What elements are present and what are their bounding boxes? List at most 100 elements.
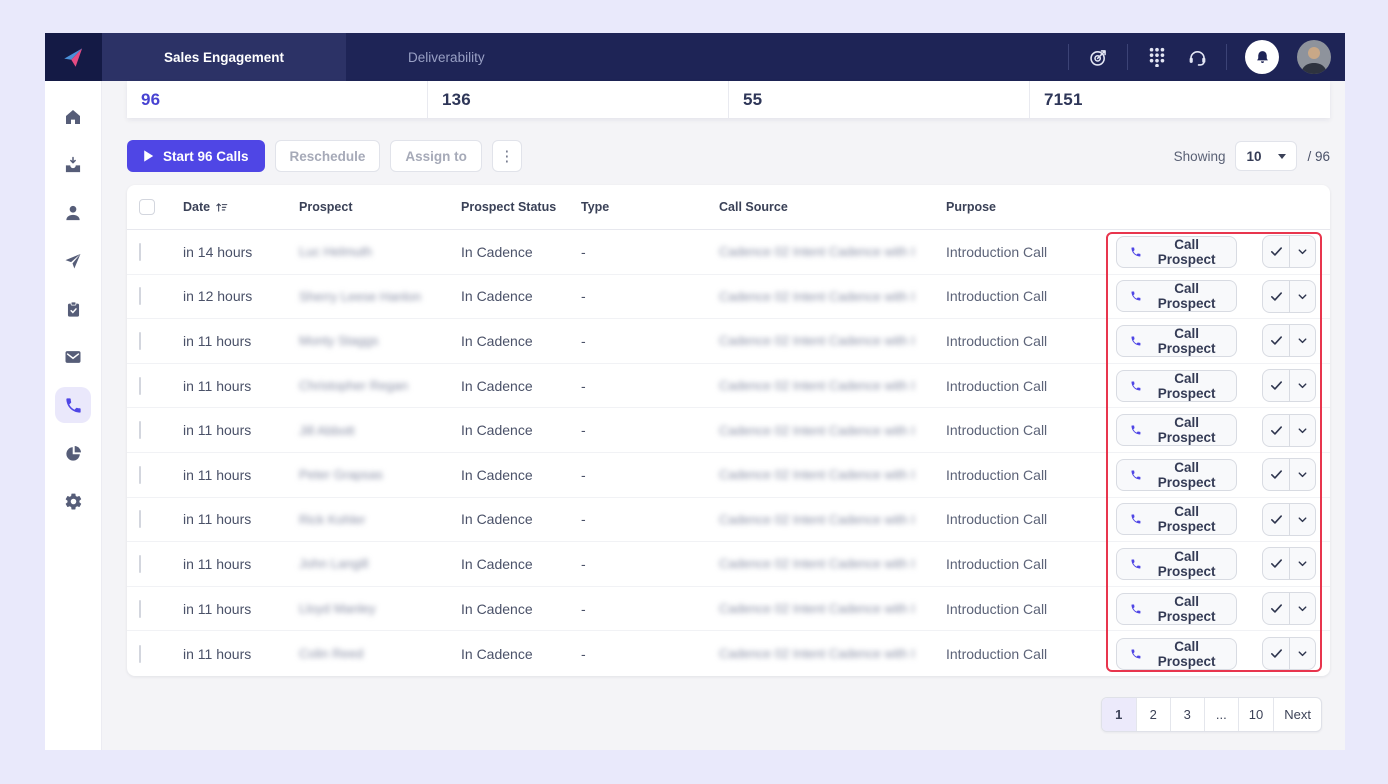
mark-done-button[interactable] (1263, 415, 1289, 446)
mark-done-button[interactable] (1263, 638, 1289, 669)
cell-prospect-name[interactable]: Christopher Regan (299, 378, 461, 393)
phone-icon (1130, 423, 1142, 437)
sidebar-item-cadences[interactable] (55, 243, 91, 279)
cell-prospect-name[interactable]: Lloyd Manley (299, 601, 461, 616)
user-avatar[interactable] (1297, 40, 1331, 74)
pagination-page-button[interactable]: 1 (1102, 698, 1136, 731)
page-size-dropdown[interactable]: 10 (1235, 141, 1297, 171)
pagination-page-button[interactable]: 10 (1238, 698, 1273, 731)
select-all-checkbox[interactable] (139, 199, 155, 215)
row-checkbox[interactable] (139, 421, 141, 439)
cell-prospect-name[interactable]: Jill Abbott (299, 423, 461, 438)
row-checkbox[interactable] (139, 287, 141, 305)
sidebar-item-inbox[interactable] (55, 147, 91, 183)
more-outcomes-button[interactable] (1289, 236, 1315, 267)
tab-deliverability[interactable]: Deliverability (346, 33, 547, 81)
stat-value: 136 (442, 90, 471, 110)
stat-card[interactable]: 136 (427, 81, 728, 118)
mark-done-button[interactable] (1263, 236, 1289, 267)
more-outcomes-button[interactable] (1289, 281, 1315, 312)
sidebar-item-reports[interactable] (55, 435, 91, 471)
row-checkbox[interactable] (139, 466, 141, 484)
cell-purpose: Introduction Call (946, 511, 1116, 527)
sidebar-item-prospects[interactable] (55, 195, 91, 231)
cell-prospect-name[interactable]: Monty Staggs (299, 333, 461, 348)
call-prospect-button[interactable]: Call Prospect (1116, 414, 1237, 446)
more-outcomes-button[interactable] (1289, 459, 1315, 490)
stat-card[interactable]: 55 (728, 81, 1029, 118)
call-prospect-button[interactable]: Call Prospect (1116, 325, 1237, 357)
cell-prospect-name[interactable]: Rick Kohler (299, 512, 461, 527)
start-calls-button[interactable]: Start 96 Calls (127, 140, 265, 172)
sidebar-item-home[interactable] (55, 99, 91, 135)
sort-ascending-icon[interactable] (215, 201, 228, 214)
more-outcomes-button[interactable] (1289, 548, 1315, 579)
tab-sales-engagement[interactable]: Sales Engagement (102, 33, 346, 81)
dialpad-icon[interactable] (1146, 46, 1168, 68)
reschedule-button[interactable]: Reschedule (275, 140, 381, 172)
cell-prospect-name[interactable]: Luc Helmuth (299, 244, 461, 259)
call-prospect-label: Call Prospect (1150, 594, 1223, 624)
cell-prospect-name[interactable]: Sherry Leese Hanlon (299, 289, 461, 304)
stat-card[interactable]: 96 (127, 81, 427, 118)
row-checkbox[interactable] (139, 600, 141, 618)
sidebar-item-emails[interactable] (55, 339, 91, 375)
call-prospect-button[interactable]: Call Prospect (1116, 638, 1237, 670)
cell-prospect-name[interactable]: John Langill (299, 556, 461, 571)
column-header-type[interactable]: Type (581, 200, 719, 214)
notification-bell-icon[interactable] (1245, 40, 1279, 74)
cell-prospect-status: In Cadence (461, 378, 581, 394)
more-outcomes-button[interactable] (1289, 325, 1315, 356)
mark-done-button[interactable] (1263, 281, 1289, 312)
mark-done-button[interactable] (1263, 325, 1289, 356)
column-header-call-source[interactable]: Call Source (719, 200, 946, 214)
cell-call-source: Cadence 02 Intent Cadence with I (719, 467, 946, 482)
row-checkbox[interactable] (139, 243, 141, 261)
mark-done-button[interactable] (1263, 593, 1289, 624)
headset-icon[interactable] (1186, 46, 1208, 68)
row-checkbox[interactable] (139, 377, 141, 395)
cell-prospect-status: In Cadence (461, 511, 581, 527)
mark-done-button[interactable] (1263, 548, 1289, 579)
goal-target-icon[interactable] (1087, 46, 1109, 68)
pagination-page-button[interactable]: 2 (1136, 698, 1170, 731)
call-prospect-button[interactable]: Call Prospect (1116, 593, 1237, 625)
stat-value: 7151 (1044, 90, 1083, 110)
row-checkbox[interactable] (139, 510, 141, 528)
cell-prospect-name[interactable]: Peter Grapsas (299, 467, 461, 482)
call-prospect-button[interactable]: Call Prospect (1116, 459, 1237, 491)
column-header-date[interactable]: Date (183, 200, 299, 214)
assign-to-button[interactable]: Assign to (390, 140, 482, 172)
pagination-page-button[interactable]: ... (1204, 698, 1238, 731)
call-prospect-button[interactable]: Call Prospect (1116, 503, 1237, 535)
more-outcomes-button[interactable] (1289, 638, 1315, 669)
cell-prospect-name[interactable]: Colin Reed (299, 646, 461, 661)
mark-done-button[interactable] (1263, 370, 1289, 401)
cell-type: - (581, 646, 719, 662)
row-checkbox[interactable] (139, 645, 141, 663)
sidebar-item-tasks[interactable] (55, 291, 91, 327)
column-header-prospect-status[interactable]: Prospect Status (461, 200, 581, 214)
sidebar-item-calls[interactable] (55, 387, 91, 423)
mark-done-button[interactable] (1263, 459, 1289, 490)
stat-card[interactable]: 7151 (1029, 81, 1330, 118)
more-outcomes-button[interactable] (1289, 415, 1315, 446)
navbar-divider (1068, 44, 1069, 70)
pagination-page-button[interactable]: 3 (1170, 698, 1204, 731)
column-header-purpose[interactable]: Purpose (946, 200, 1116, 214)
app-logo[interactable] (45, 33, 102, 81)
call-prospect-button[interactable]: Call Prospect (1116, 548, 1237, 580)
row-checkbox[interactable] (139, 332, 141, 350)
pagination-next-button[interactable]: Next (1273, 698, 1321, 731)
column-header-prospect[interactable]: Prospect (299, 200, 461, 214)
call-prospect-button[interactable]: Call Prospect (1116, 370, 1237, 402)
call-prospect-button[interactable]: Call Prospect (1116, 236, 1237, 268)
more-outcomes-button[interactable] (1289, 370, 1315, 401)
mark-done-button[interactable] (1263, 504, 1289, 535)
more-outcomes-button[interactable] (1289, 504, 1315, 535)
more-actions-button[interactable]: ⋮ (492, 140, 522, 172)
row-checkbox[interactable] (139, 555, 141, 573)
sidebar-item-settings[interactable] (55, 483, 91, 519)
call-prospect-button[interactable]: Call Prospect (1116, 280, 1237, 312)
more-outcomes-button[interactable] (1289, 593, 1315, 624)
